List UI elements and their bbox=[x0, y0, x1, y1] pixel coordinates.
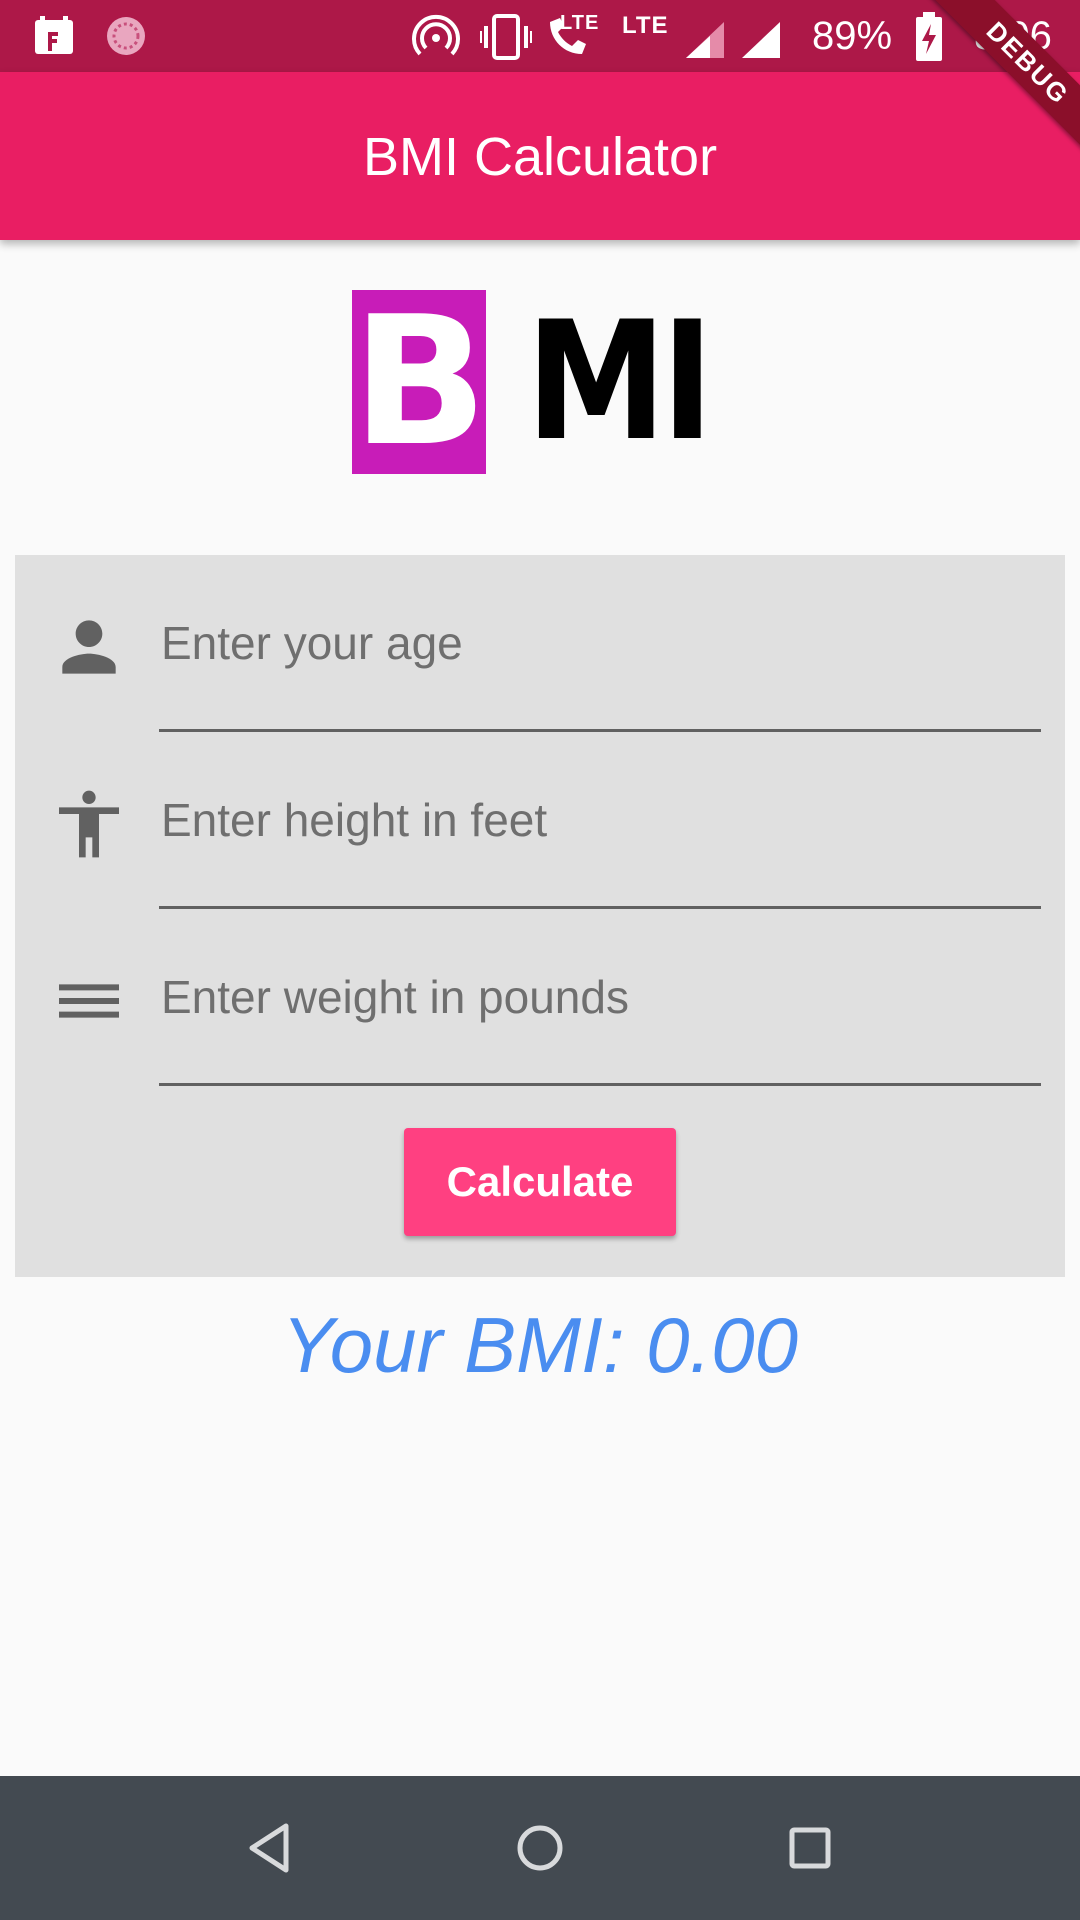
height-input[interactable] bbox=[159, 770, 1041, 870]
bmi-result: Your BMI: 0.00 bbox=[282, 1301, 798, 1389]
vibrate-icon bbox=[480, 14, 532, 60]
logo-letter-b: B bbox=[352, 278, 488, 485]
home-icon[interactable] bbox=[500, 1808, 580, 1888]
height-field-row bbox=[15, 732, 1065, 909]
age-input[interactable] bbox=[159, 593, 1041, 693]
back-icon[interactable] bbox=[230, 1808, 310, 1888]
recents-icon[interactable] bbox=[770, 1808, 850, 1888]
debug-label: DEBUG bbox=[921, 0, 1080, 160]
status-bar: LTE LTE 89% 8:06 bbox=[0, 0, 1080, 72]
menu-lines-icon bbox=[59, 984, 119, 1018]
signal-icon-1 bbox=[686, 22, 724, 58]
calculate-button[interactable]: Calculate bbox=[404, 1128, 676, 1236]
system-nav-bar bbox=[0, 1776, 1080, 1920]
app-bar: BMI Calculator bbox=[0, 72, 1080, 240]
notification-sync-icon bbox=[107, 17, 145, 55]
battery-percent: 89% bbox=[812, 14, 893, 58]
notification-app-icon bbox=[35, 16, 73, 54]
age-field-row bbox=[15, 555, 1065, 732]
hotspot-icon bbox=[412, 14, 460, 56]
debug-banner: DEBUG bbox=[920, 0, 1080, 160]
accessibility-icon bbox=[59, 790, 119, 858]
lte-label-1: LTE bbox=[560, 12, 600, 34]
signal-icon-2 bbox=[742, 22, 780, 58]
weight-input-underline bbox=[159, 1083, 1041, 1086]
lte-label-2: LTE bbox=[622, 12, 669, 39]
person-icon bbox=[62, 620, 116, 674]
logo-letters-mi: MI bbox=[526, 286, 714, 477]
weight-field-row bbox=[15, 909, 1065, 1086]
bmi-form: Calculate bbox=[15, 555, 1065, 1277]
weight-input[interactable] bbox=[159, 947, 1041, 1047]
bmi-logo: B MI bbox=[352, 290, 722, 474]
app-title: BMI Calculator bbox=[362, 127, 718, 187]
